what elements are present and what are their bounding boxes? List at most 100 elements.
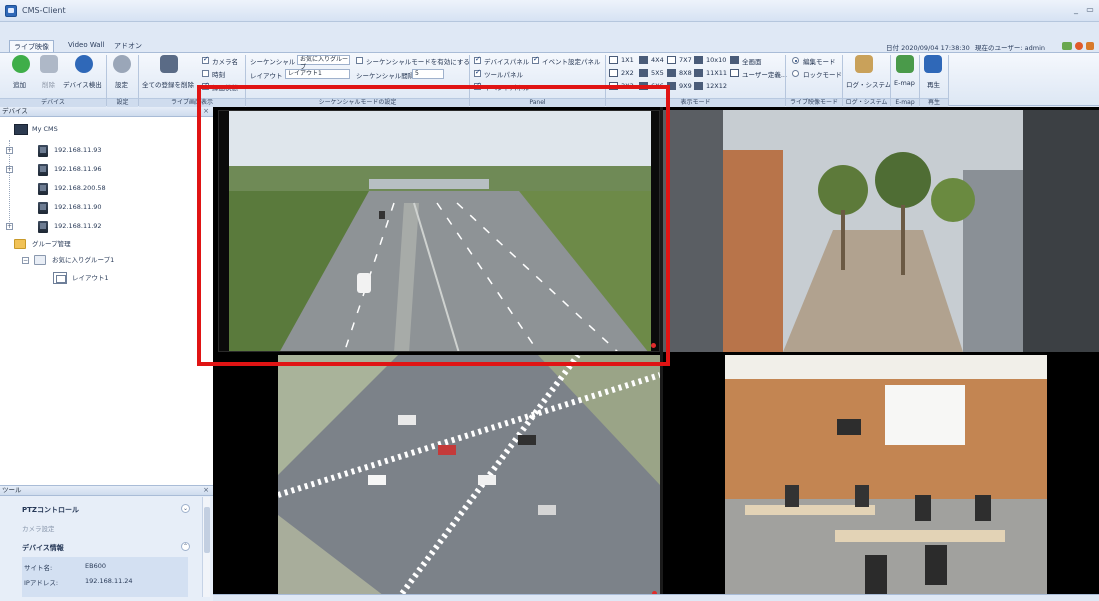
camera-view-intersection[interactable] bbox=[278, 355, 660, 599]
playback-button[interactable]: 再生 bbox=[927, 79, 940, 89]
close-icon[interactable]: × bbox=[203, 107, 209, 116]
time-checkbox[interactable] bbox=[202, 70, 209, 77]
close-icon[interactable]: × bbox=[203, 486, 209, 495]
sequential-label: シーケンシャル bbox=[250, 58, 296, 66]
sequence-group-combo[interactable]: お気に入りグループ bbox=[297, 55, 350, 71]
view-6x6-label[interactable]: 6X6 bbox=[651, 82, 664, 90]
tree-device-item[interactable]: 192.168.11.96 bbox=[54, 162, 102, 176]
view-6x6-icon[interactable] bbox=[639, 82, 648, 90]
grid-divider bbox=[660, 107, 663, 599]
fullscreen-icon[interactable] bbox=[730, 56, 739, 64]
tree-root-label[interactable]: My CMS bbox=[32, 122, 58, 136]
restore-button[interactable]: ▭ bbox=[1085, 5, 1095, 15]
view-10x10-icon[interactable] bbox=[694, 56, 703, 64]
expand-icon[interactable]: + bbox=[6, 166, 13, 173]
chevron-up-icon[interactable]: ⌃ bbox=[181, 542, 190, 551]
gear-icon[interactable] bbox=[113, 55, 131, 73]
tree-device-item[interactable]: 192.168.11.90 bbox=[54, 200, 102, 214]
expand-icon[interactable]: + bbox=[6, 223, 13, 230]
view-2x2-label[interactable]: 2X2 bbox=[621, 69, 634, 77]
delete-all-button[interactable]: 全ての登録を削除 bbox=[142, 79, 194, 89]
view-1x1-label[interactable]: 1X1 bbox=[621, 56, 634, 64]
view-9x9-label[interactable]: 9X9 bbox=[679, 82, 692, 90]
fullscreen-label[interactable]: 全画面 bbox=[742, 56, 762, 66]
tree-layout-item[interactable]: レイアウト1 bbox=[72, 271, 109, 285]
sequential-interval-combo[interactable]: 5 bbox=[412, 69, 444, 79]
ptz-control-header[interactable]: PTZコントロール bbox=[22, 505, 79, 515]
view-3x3-label[interactable]: 3X3 bbox=[621, 82, 634, 90]
collapse-icon[interactable]: − bbox=[22, 257, 29, 264]
sequential-mode-checkbox[interactable] bbox=[356, 57, 363, 64]
device-panel-checkbox[interactable] bbox=[474, 55, 481, 64]
user-defined-label[interactable]: ユーザー定義... bbox=[742, 69, 787, 79]
event-log-checkbox[interactable] bbox=[474, 81, 481, 90]
site-name-value: EB600 bbox=[85, 562, 106, 570]
camera-settings-link[interactable]: カメラ設定 bbox=[22, 523, 55, 533]
emap-button[interactable]: E-map bbox=[894, 79, 915, 87]
view-mode-group-label: 表示モード bbox=[606, 98, 785, 107]
tree-group-mgmt[interactable]: グループ管理 bbox=[32, 237, 71, 251]
view-5x5-icon[interactable] bbox=[639, 69, 648, 77]
view-4x4-icon[interactable] bbox=[639, 56, 648, 64]
device-detect-button[interactable]: デバイス検出 bbox=[63, 79, 102, 89]
camera-view-promenade[interactable] bbox=[663, 110, 1099, 352]
tool-panel-header: ツール × bbox=[0, 486, 213, 496]
camera-view-conference[interactable] bbox=[725, 355, 1047, 599]
tree-favorite-group[interactable]: お気に入りグループ1 bbox=[52, 253, 114, 267]
settings-button[interactable]: 設定 bbox=[115, 79, 128, 89]
minimize-button[interactable]: _ bbox=[1071, 5, 1081, 15]
log-system-icon[interactable] bbox=[855, 55, 873, 73]
playback-icon[interactable] bbox=[924, 55, 942, 73]
delete-button[interactable]: 削除 bbox=[42, 79, 55, 89]
lock-mode-radio[interactable] bbox=[792, 70, 799, 77]
view-12x12-icon[interactable] bbox=[694, 82, 703, 90]
alert-icon[interactable] bbox=[1075, 42, 1083, 50]
expand-icon[interactable]: + bbox=[6, 147, 13, 154]
app-logo-icon bbox=[5, 5, 17, 17]
tree-device-item[interactable]: 192.168.11.92 bbox=[54, 219, 102, 233]
scrollbar-thumb[interactable] bbox=[204, 507, 210, 553]
layout-label: レイアウト bbox=[250, 72, 283, 80]
view-10x10-label[interactable]: 10x10 bbox=[706, 56, 726, 64]
view-7x7-icon[interactable] bbox=[667, 56, 676, 64]
device-detect-icon[interactable] bbox=[75, 55, 93, 73]
add-icon[interactable] bbox=[12, 55, 30, 73]
tree-device-item[interactable]: 192.168.200.58 bbox=[54, 181, 106, 195]
tool-panel-scrollbar[interactable] bbox=[202, 497, 210, 597]
view-5x5-label[interactable]: 5X5 bbox=[651, 69, 664, 77]
ribbon-separator bbox=[948, 55, 949, 106]
tab-video-wall[interactable]: Video Wall bbox=[64, 40, 109, 52]
view-3x3-icon[interactable] bbox=[609, 82, 618, 90]
view-9x9-icon[interactable] bbox=[667, 82, 676, 90]
add-button[interactable]: 追加 bbox=[13, 79, 26, 89]
delete-icon[interactable] bbox=[40, 55, 58, 73]
tab-addon[interactable]: アドオン bbox=[110, 40, 146, 52]
chevron-down-icon[interactable]: ⌄ bbox=[181, 504, 190, 513]
view-11x11-icon[interactable] bbox=[694, 69, 703, 77]
edit-mode-radio[interactable] bbox=[792, 57, 799, 64]
delete-all-icon[interactable] bbox=[160, 55, 178, 73]
view-8x8-icon[interactable] bbox=[667, 69, 676, 77]
sequential-interval-label: シーケンシャル間隔 bbox=[356, 72, 415, 80]
log-system-button[interactable]: ログ・システム bbox=[846, 79, 891, 89]
tree-device-item[interactable]: 192.168.11.93 bbox=[54, 143, 102, 157]
view-1x1-icon[interactable] bbox=[609, 56, 618, 64]
exit-icon[interactable] bbox=[1086, 42, 1094, 50]
layout-combo[interactable]: レイアウト1 bbox=[285, 69, 350, 79]
device-info-header[interactable]: デバイス情報 bbox=[22, 543, 64, 553]
tab-live[interactable]: ライブ映像 bbox=[9, 40, 54, 52]
emap-icon[interactable] bbox=[896, 55, 914, 73]
view-7x7-label[interactable]: 7X7 bbox=[679, 56, 692, 64]
camera-name-checkbox[interactable] bbox=[202, 55, 209, 64]
view-4x4-label[interactable]: 4X4 bbox=[651, 56, 664, 64]
view-8x8-label[interactable]: 8X8 bbox=[679, 69, 692, 77]
user-icon[interactable] bbox=[1062, 42, 1072, 50]
view-12x12-label[interactable]: 12X12 bbox=[706, 82, 727, 90]
rec-status-checkbox[interactable] bbox=[202, 81, 209, 90]
user-defined-icon[interactable] bbox=[730, 69, 739, 77]
event-panel-checkbox[interactable] bbox=[532, 55, 539, 64]
view-11x11-label[interactable]: 11X11 bbox=[706, 69, 727, 77]
tool-panel-checkbox[interactable] bbox=[474, 68, 481, 77]
camera-view-highway[interactable] bbox=[218, 110, 660, 352]
view-2x2-icon[interactable] bbox=[609, 69, 618, 77]
